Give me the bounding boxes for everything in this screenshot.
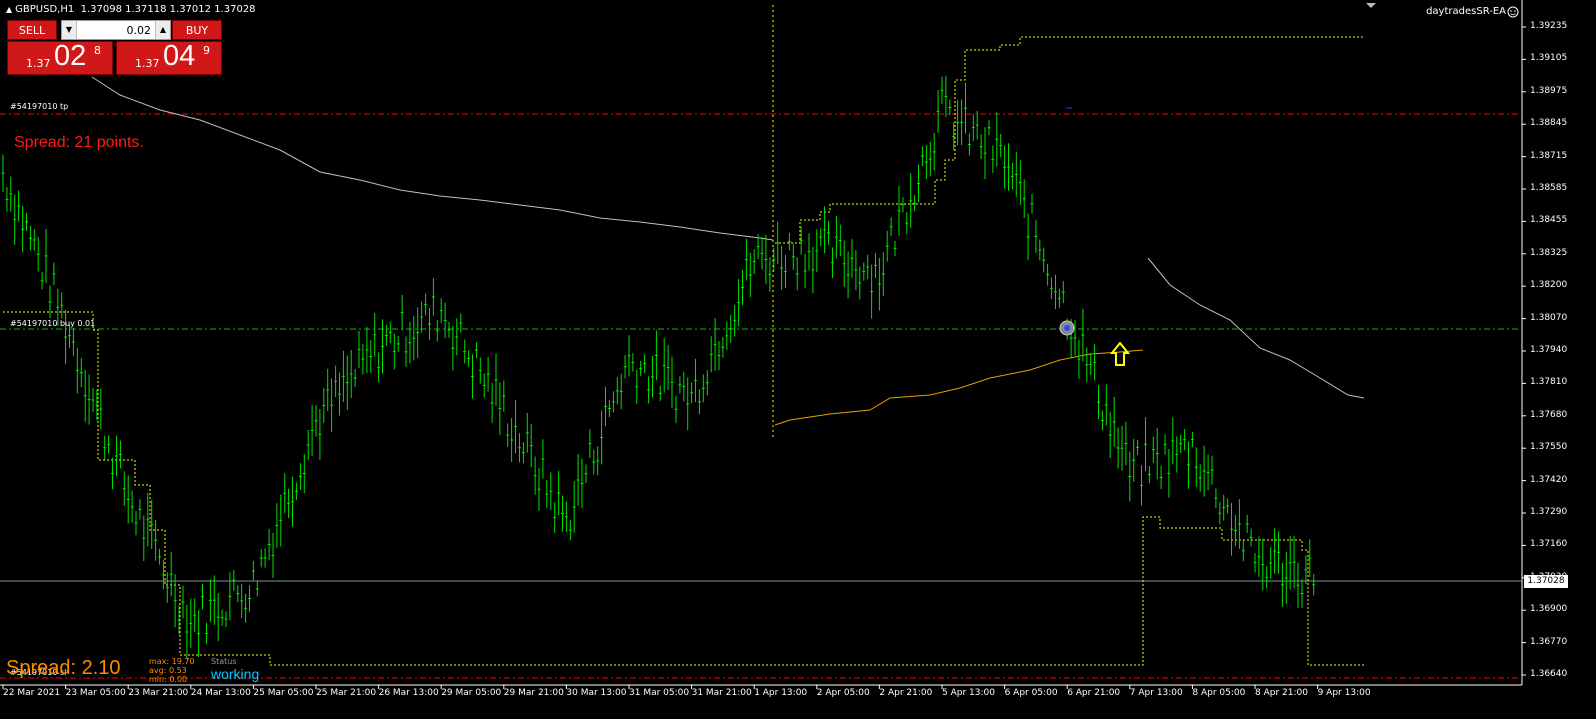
sell-price-pip: 8: [94, 44, 101, 57]
price-tick-label: 1.36640: [1530, 669, 1568, 679]
spread-max: max: 19.70: [149, 657, 195, 666]
lot-increase-icon[interactable]: ▲: [155, 21, 170, 39]
time-tick-label: 25 Mar 21:00: [316, 688, 377, 698]
price-tick-label: 1.37160: [1530, 539, 1568, 550]
sell-button[interactable]: SELL: [7, 20, 57, 40]
sell-price-button[interactable]: 1.37 02 8: [7, 40, 113, 75]
time-tick-label: 2 Apr 21:00: [879, 688, 933, 698]
time-tick-label: 31 Mar 21:00: [691, 688, 752, 698]
price-tick-label: 1.37680: [1530, 409, 1568, 420]
price-tick-label: 1.38585: [1530, 183, 1568, 193]
time-tick-label: 1 Apr 13:00: [754, 688, 808, 698]
time-tick-label: 23 Mar 21:00: [128, 688, 189, 698]
price-tick-label: 1.38715: [1530, 150, 1568, 161]
moving-average-gray: [91, 76, 774, 241]
take-profit-label: #54197010 tp: [10, 102, 69, 111]
price-tick-label: 1.36770: [1530, 636, 1568, 647]
time-tick-label: 6 Apr 21:00: [1067, 688, 1121, 698]
lot-size-control: ▼ ▲: [61, 20, 171, 40]
buy-price-button[interactable]: 1.37 04 9: [116, 40, 222, 75]
support-resistance-lower: [3, 311, 1364, 666]
scroll-indicator-icon[interactable]: [1366, 3, 1376, 8]
status-label: Status: [211, 657, 237, 666]
time-tick-label: 2 Apr 05:00: [816, 688, 870, 698]
trade-marker-dot-icon: [1064, 325, 1070, 331]
time-tick-label: 25 Mar 05:00: [253, 688, 314, 698]
price-tick-label: 1.39105: [1530, 53, 1568, 64]
sell-price-big: 02: [54, 40, 87, 72]
price-tick-label: 1.37940: [1530, 345, 1568, 355]
time-tick-label: 8 Apr 21:00: [1255, 688, 1308, 698]
time-tick-label: 26 Mar 13:00: [378, 688, 439, 698]
sell-price-prefix: 1.37: [26, 57, 51, 70]
time-tick-label: 30 Mar 13:00: [566, 688, 627, 698]
time-tick-label: 23 Mar 05:00: [65, 688, 126, 698]
price-tick-label: 1.38200: [1530, 280, 1568, 291]
lot-size-input[interactable]: [77, 22, 155, 38]
time-tick-label: 29 Mar 05:00: [441, 688, 502, 698]
symbol-header: ▲ GBPUSD,H1 1.37098 1.37118 1.37012 1.370…: [6, 4, 256, 15]
candle-bars: [1, 75, 1316, 660]
current-price-label: 1.37028: [1524, 575, 1568, 588]
price-tick-label: 1.37550: [1530, 442, 1568, 453]
moving-average-orange: [774, 349, 1144, 426]
price-chart[interactable]: [0, 0, 1596, 719]
spread-stats: max: 19.70 avg: 0.53 min: 0.00: [149, 657, 195, 684]
spread-value-text: Spread: 2.10: [6, 657, 121, 679]
ohlc-values: 1.37098 1.37118 1.37012 1.37028: [80, 4, 256, 15]
price-tick-label: 1.38845: [1530, 118, 1568, 129]
price-tick-label: 1.38455: [1530, 215, 1568, 226]
price-tick-label: 1.37290: [1530, 507, 1568, 517]
price-tick-label: 1.37810: [1530, 377, 1568, 388]
expert-advisor-name: daytradesSR-EA: [1426, 6, 1506, 17]
support-resistance-upper: [775, 36, 1364, 244]
price-tick-label: 1.36900: [1530, 604, 1568, 615]
ea-smiley-icon: [1507, 6, 1519, 18]
time-tick-label: 22 Mar 2021: [3, 688, 61, 698]
time-tick-label: 5 Apr 13:00: [942, 688, 995, 698]
price-tick-label: 1.38070: [1530, 312, 1568, 323]
buy-price-big: 04: [163, 40, 196, 72]
time-tick-label: 29 Mar 21:00: [503, 688, 564, 698]
buy-price-pip: 9: [203, 44, 210, 57]
buy-entry-label: #54197010 buy 0.01: [10, 319, 96, 328]
price-tick-label: 1.38975: [1530, 85, 1568, 96]
price-tick-label: 1.38325: [1530, 247, 1568, 258]
status-value: working: [211, 666, 260, 682]
time-tick-label: 31 Mar 05:00: [629, 688, 690, 698]
buy-signal-arrow-icon: [1109, 341, 1131, 366]
time-tick-label: 7 Apr 13:00: [1129, 688, 1183, 698]
buy-button[interactable]: BUY: [172, 20, 222, 40]
time-tick-label: 8 Apr 05:00: [1192, 688, 1246, 698]
price-tick-label: 1.39235: [1530, 21, 1568, 31]
time-tick-label: 24 Mar 13:00: [190, 688, 251, 698]
collapse-triangle-icon[interactable]: ▲: [6, 5, 12, 14]
price-tick-label: 1.37420: [1530, 474, 1568, 485]
lot-decrease-icon[interactable]: ▼: [62, 21, 77, 39]
time-tick-label: 6 Apr 05:00: [1004, 688, 1058, 698]
spread-min: min: 0.00: [149, 675, 188, 684]
one-click-trading-panel: SELL ▼ ▲ BUY 1.37 02 8 1.37 04 9: [7, 20, 222, 75]
symbol-label: GBPUSD,H1: [15, 4, 75, 15]
spread-avg: avg: 0.53: [149, 666, 187, 675]
time-tick-label: 9 Apr 13:00: [1317, 688, 1371, 698]
moving-average-gray-right: [1147, 257, 1365, 399]
buy-price-prefix: 1.37: [135, 57, 160, 70]
spread-points-text: Spread: 21 points.: [14, 134, 144, 151]
